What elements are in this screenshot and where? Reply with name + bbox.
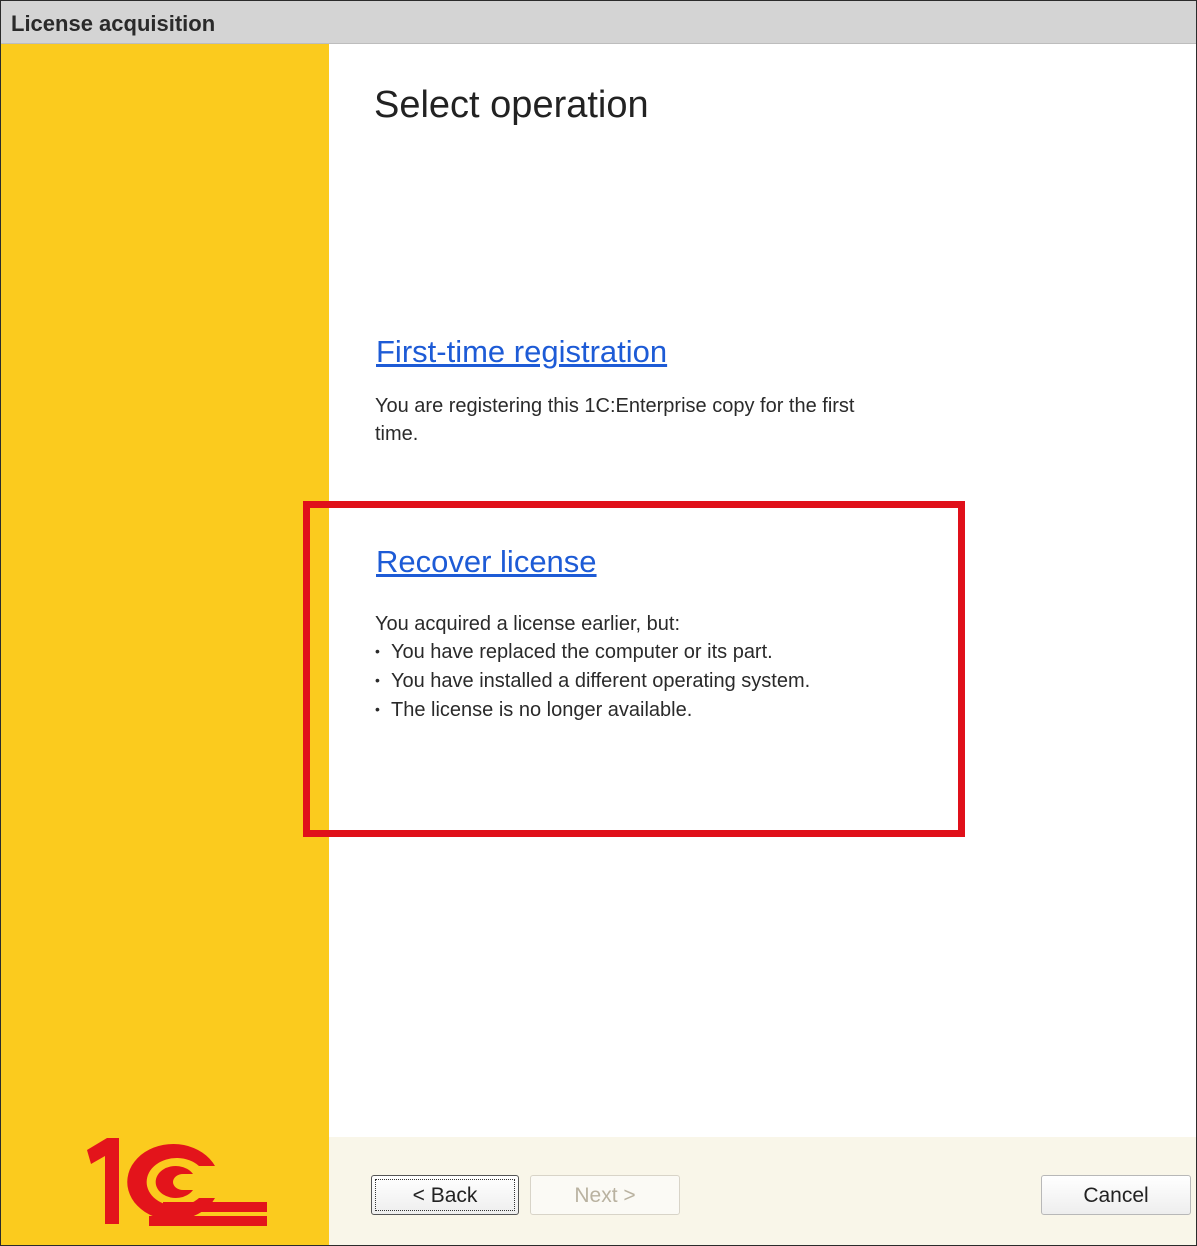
- window-title: License acquisition: [11, 11, 216, 36]
- reason-item: The license is no longer available.: [375, 696, 895, 725]
- page-title: Select operation: [374, 84, 649, 126]
- back-button[interactable]: < Back: [371, 1175, 519, 1215]
- first-time-registration-description: You are registering this 1C:Enterprise c…: [375, 395, 855, 445]
- license-acquisition-window: License acquisition Select operation Fir…: [0, 0, 1197, 1246]
- reason-item: You have replaced the computer or its pa…: [375, 638, 895, 667]
- cancel-button[interactable]: Cancel: [1041, 1175, 1191, 1215]
- reason-item: You have installed a different operating…: [375, 667, 895, 696]
- next-button-label: Next >: [574, 1184, 636, 1207]
- button-bar: < Back Next > Cancel: [329, 1137, 1196, 1245]
- 1c-logo: [87, 1138, 267, 1226]
- recover-license-intro: You acquired a license earlier, but:: [375, 613, 681, 635]
- first-time-registration-link[interactable]: First-time registration: [376, 334, 667, 370]
- sidebar-panel: [1, 44, 329, 1245]
- main-content: Select operation First-time registration…: [329, 44, 1196, 1136]
- next-button[interactable]: Next >: [530, 1175, 680, 1215]
- cancel-button-label: Cancel: [1083, 1184, 1149, 1207]
- title-bar: License acquisition: [1, 1, 1196, 44]
- recover-license-link[interactable]: Recover license: [376, 544, 597, 580]
- recover-license-reasons: You have replaced the computer or its pa…: [375, 638, 895, 725]
- recover-license-description: You acquired a license earlier, but: You…: [375, 610, 895, 725]
- focus-rect: [375, 1179, 515, 1211]
